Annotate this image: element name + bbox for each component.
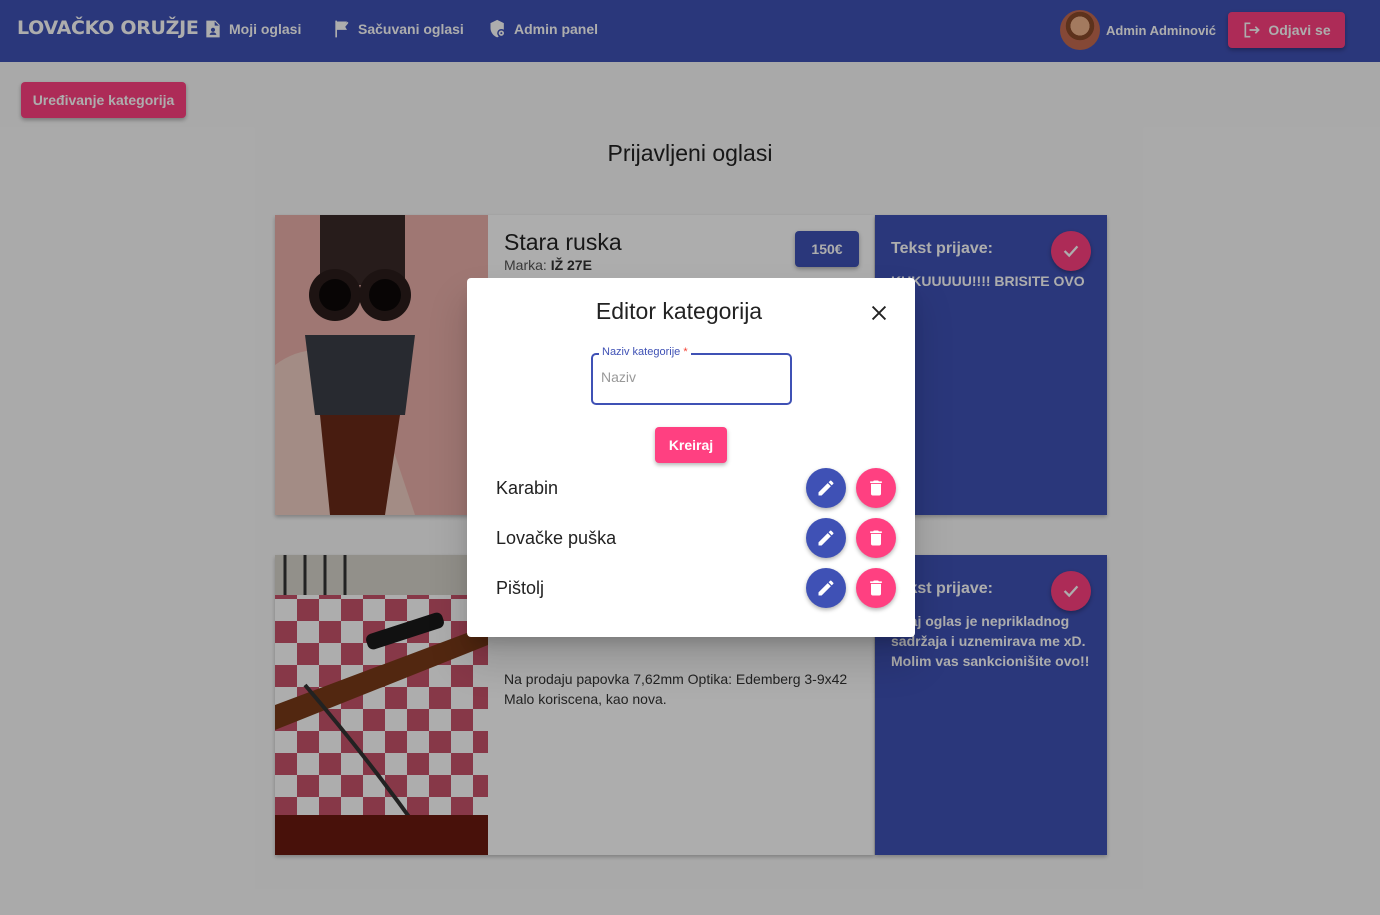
dialog-title: Editor kategorija: [595, 298, 763, 324]
close-icon: [871, 305, 887, 321]
delete-category-button[interactable]: [856, 468, 896, 508]
category-name-label: Naziv kategorije *: [599, 346, 691, 358]
required-mark: *: [683, 346, 688, 358]
category-name-input[interactable]: [601, 369, 781, 385]
delete-category-button[interactable]: [856, 518, 896, 558]
category-name-label-text: Naziv kategorije: [602, 346, 681, 358]
trash-icon: [870, 530, 882, 546]
pencil-icon: [818, 580, 834, 596]
category-row: Pištolj: [496, 568, 896, 610]
category-editor-dialog: Editor kategorija Naziv kategorije * Kre…: [467, 278, 915, 637]
pencil-icon: [818, 480, 834, 496]
close-dialog-button[interactable]: [867, 302, 891, 326]
edit-category-button[interactable]: [806, 468, 846, 508]
category-name-field: Naziv kategorije *: [591, 346, 792, 405]
edit-category-button[interactable]: [806, 518, 846, 558]
category-row: Karabin: [496, 468, 896, 510]
category-name: Karabin: [496, 478, 559, 498]
pencil-icon: [818, 530, 834, 546]
edit-category-button[interactable]: [806, 568, 846, 608]
trash-icon: [870, 580, 882, 596]
category-name: Pištolj: [496, 578, 545, 598]
delete-category-button[interactable]: [856, 568, 896, 608]
create-category-button[interactable]: Kreiraj: [655, 427, 727, 463]
category-row: Lovačke puška: [496, 518, 896, 560]
category-name: Lovačke puška: [496, 528, 617, 548]
trash-icon: [870, 480, 882, 496]
